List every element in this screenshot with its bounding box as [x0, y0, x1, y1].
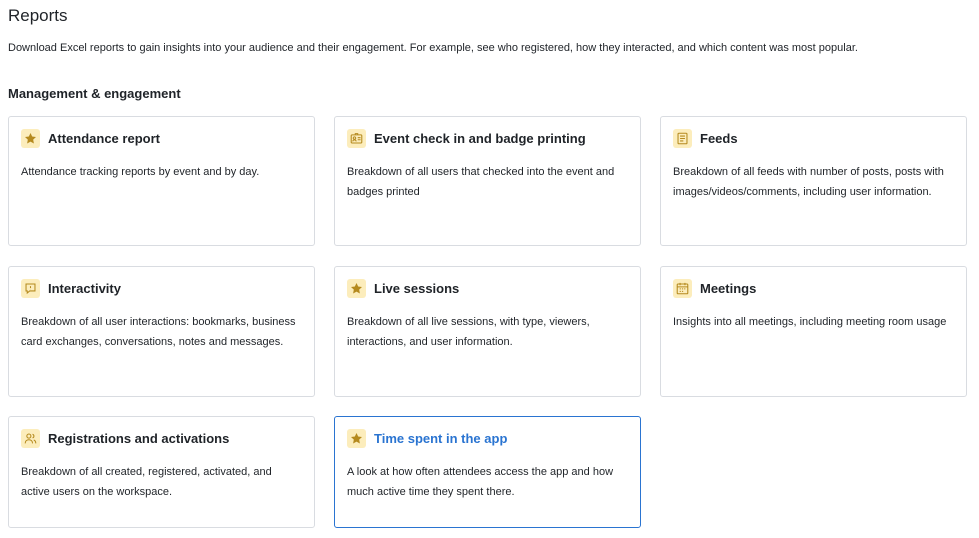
badge-icon [347, 129, 366, 148]
report-card-registrations[interactable]: Registrations and activations Breakdown … [8, 416, 315, 528]
calendar-icon [673, 279, 692, 298]
card-title: Time spent in the app [374, 431, 508, 446]
report-card-meetings[interactable]: Meetings Insights into all meetings, inc… [660, 266, 967, 397]
card-title: Live sessions [374, 281, 460, 296]
star-icon [21, 129, 40, 148]
star-icon [347, 429, 366, 448]
card-description: Breakdown of all live sessions, with typ… [347, 316, 590, 348]
reports-page: Reports Download Excel reports to gain i… [0, 0, 979, 538]
card-title: Feeds [700, 131, 738, 146]
report-card-event-check-in[interactable]: Event check in and badge printing Breakd… [334, 116, 641, 246]
card-title: Registrations and activations [48, 431, 230, 446]
card-title: Meetings [700, 281, 757, 296]
users-icon [21, 429, 40, 448]
page-title: Reports [8, 6, 68, 25]
report-card-time-spent[interactable]: Time spent in the app A look at how ofte… [334, 416, 641, 528]
card-title: Attendance report [48, 131, 160, 146]
card-description: Breakdown of all user interactions: book… [21, 316, 296, 348]
report-card-live-sessions[interactable]: Live sessions Breakdown of all live sess… [334, 266, 641, 397]
star-icon [347, 279, 366, 298]
report-card-attendance[interactable]: Attendance report Attendance tracking re… [8, 116, 315, 246]
feed-icon [673, 129, 692, 148]
card-title: Event check in and badge printing [374, 131, 586, 146]
chat-icon [21, 279, 40, 298]
page-description: Download Excel reports to gain insights … [8, 42, 858, 54]
card-description: Insights into all meetings, including me… [673, 316, 947, 328]
section-title: Management & engagement [8, 86, 181, 101]
card-description: Attendance tracking reports by event and… [21, 166, 260, 178]
card-description: Breakdown of all users that checked into… [347, 166, 615, 198]
card-title: Interactivity [48, 281, 121, 296]
card-description: Breakdown of all created, registered, ac… [21, 466, 272, 498]
card-description: A look at how often attendees access the… [347, 466, 614, 498]
card-description: Breakdown of all feeds with number of po… [673, 166, 944, 198]
report-card-feeds[interactable]: Feeds Breakdown of all feeds with number… [660, 116, 967, 246]
report-card-interactivity[interactable]: Interactivity Breakdown of all user inte… [8, 266, 315, 397]
